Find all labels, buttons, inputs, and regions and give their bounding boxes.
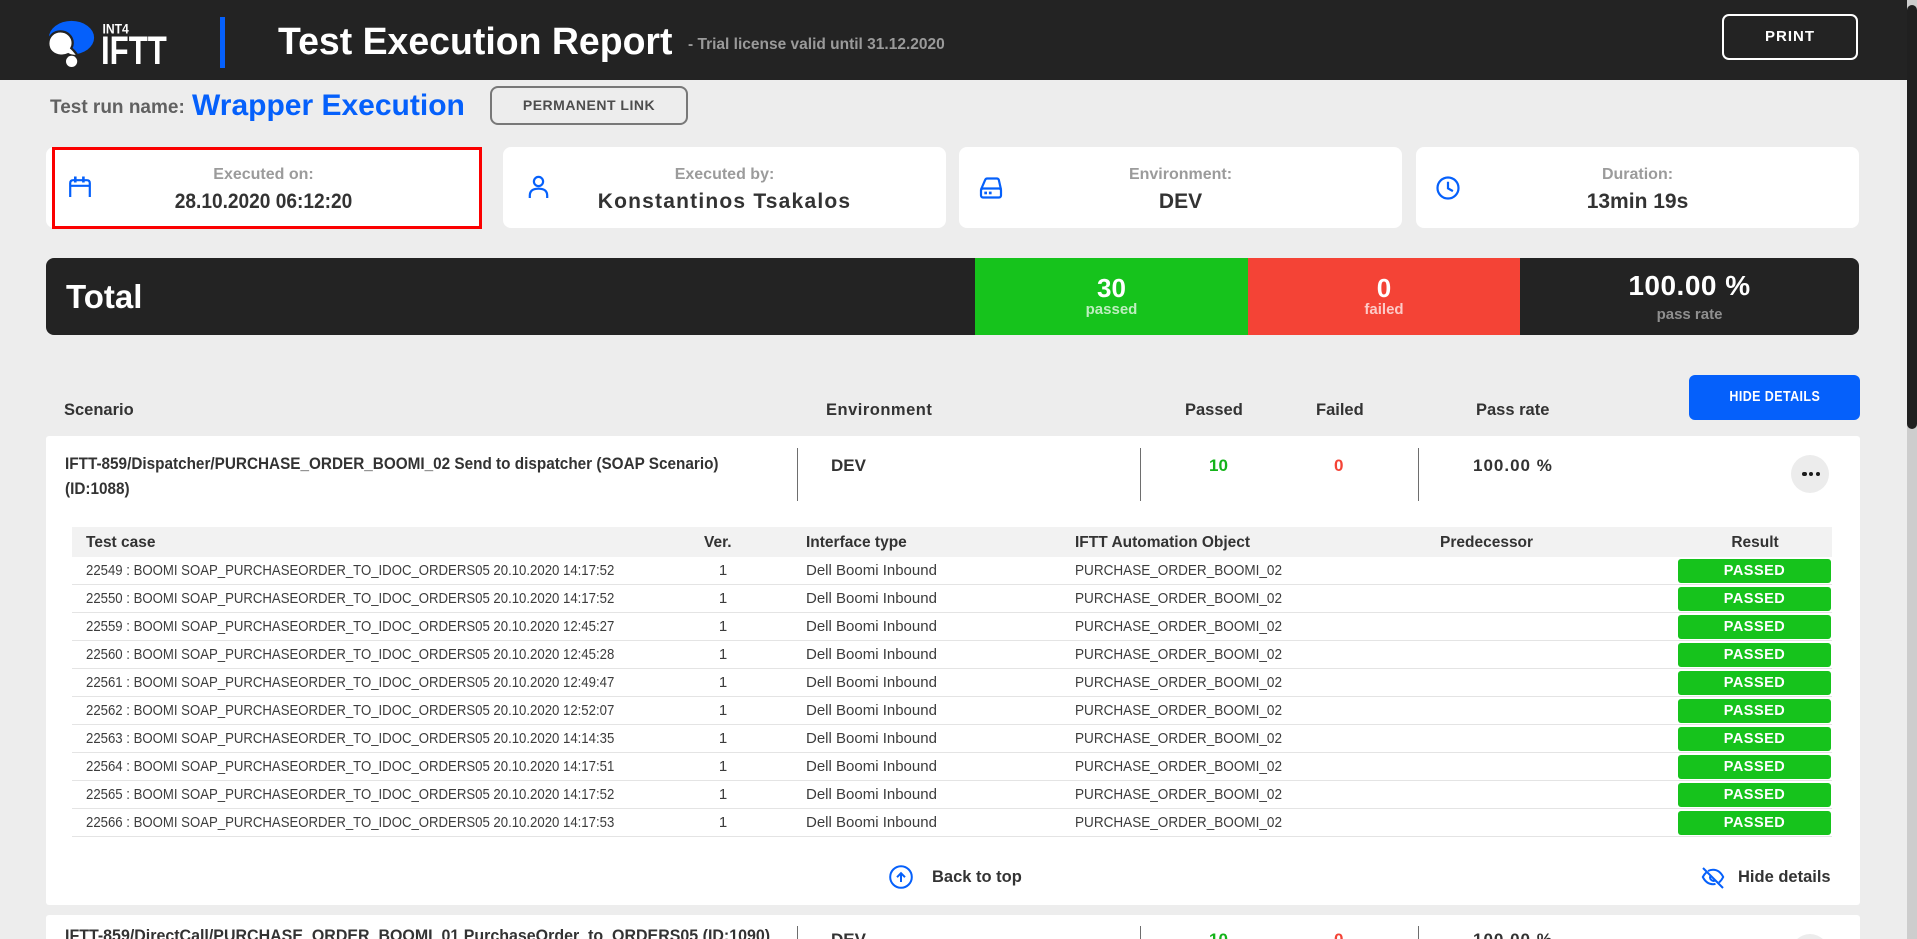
svg-text:IFTT: IFTT xyxy=(101,28,167,72)
